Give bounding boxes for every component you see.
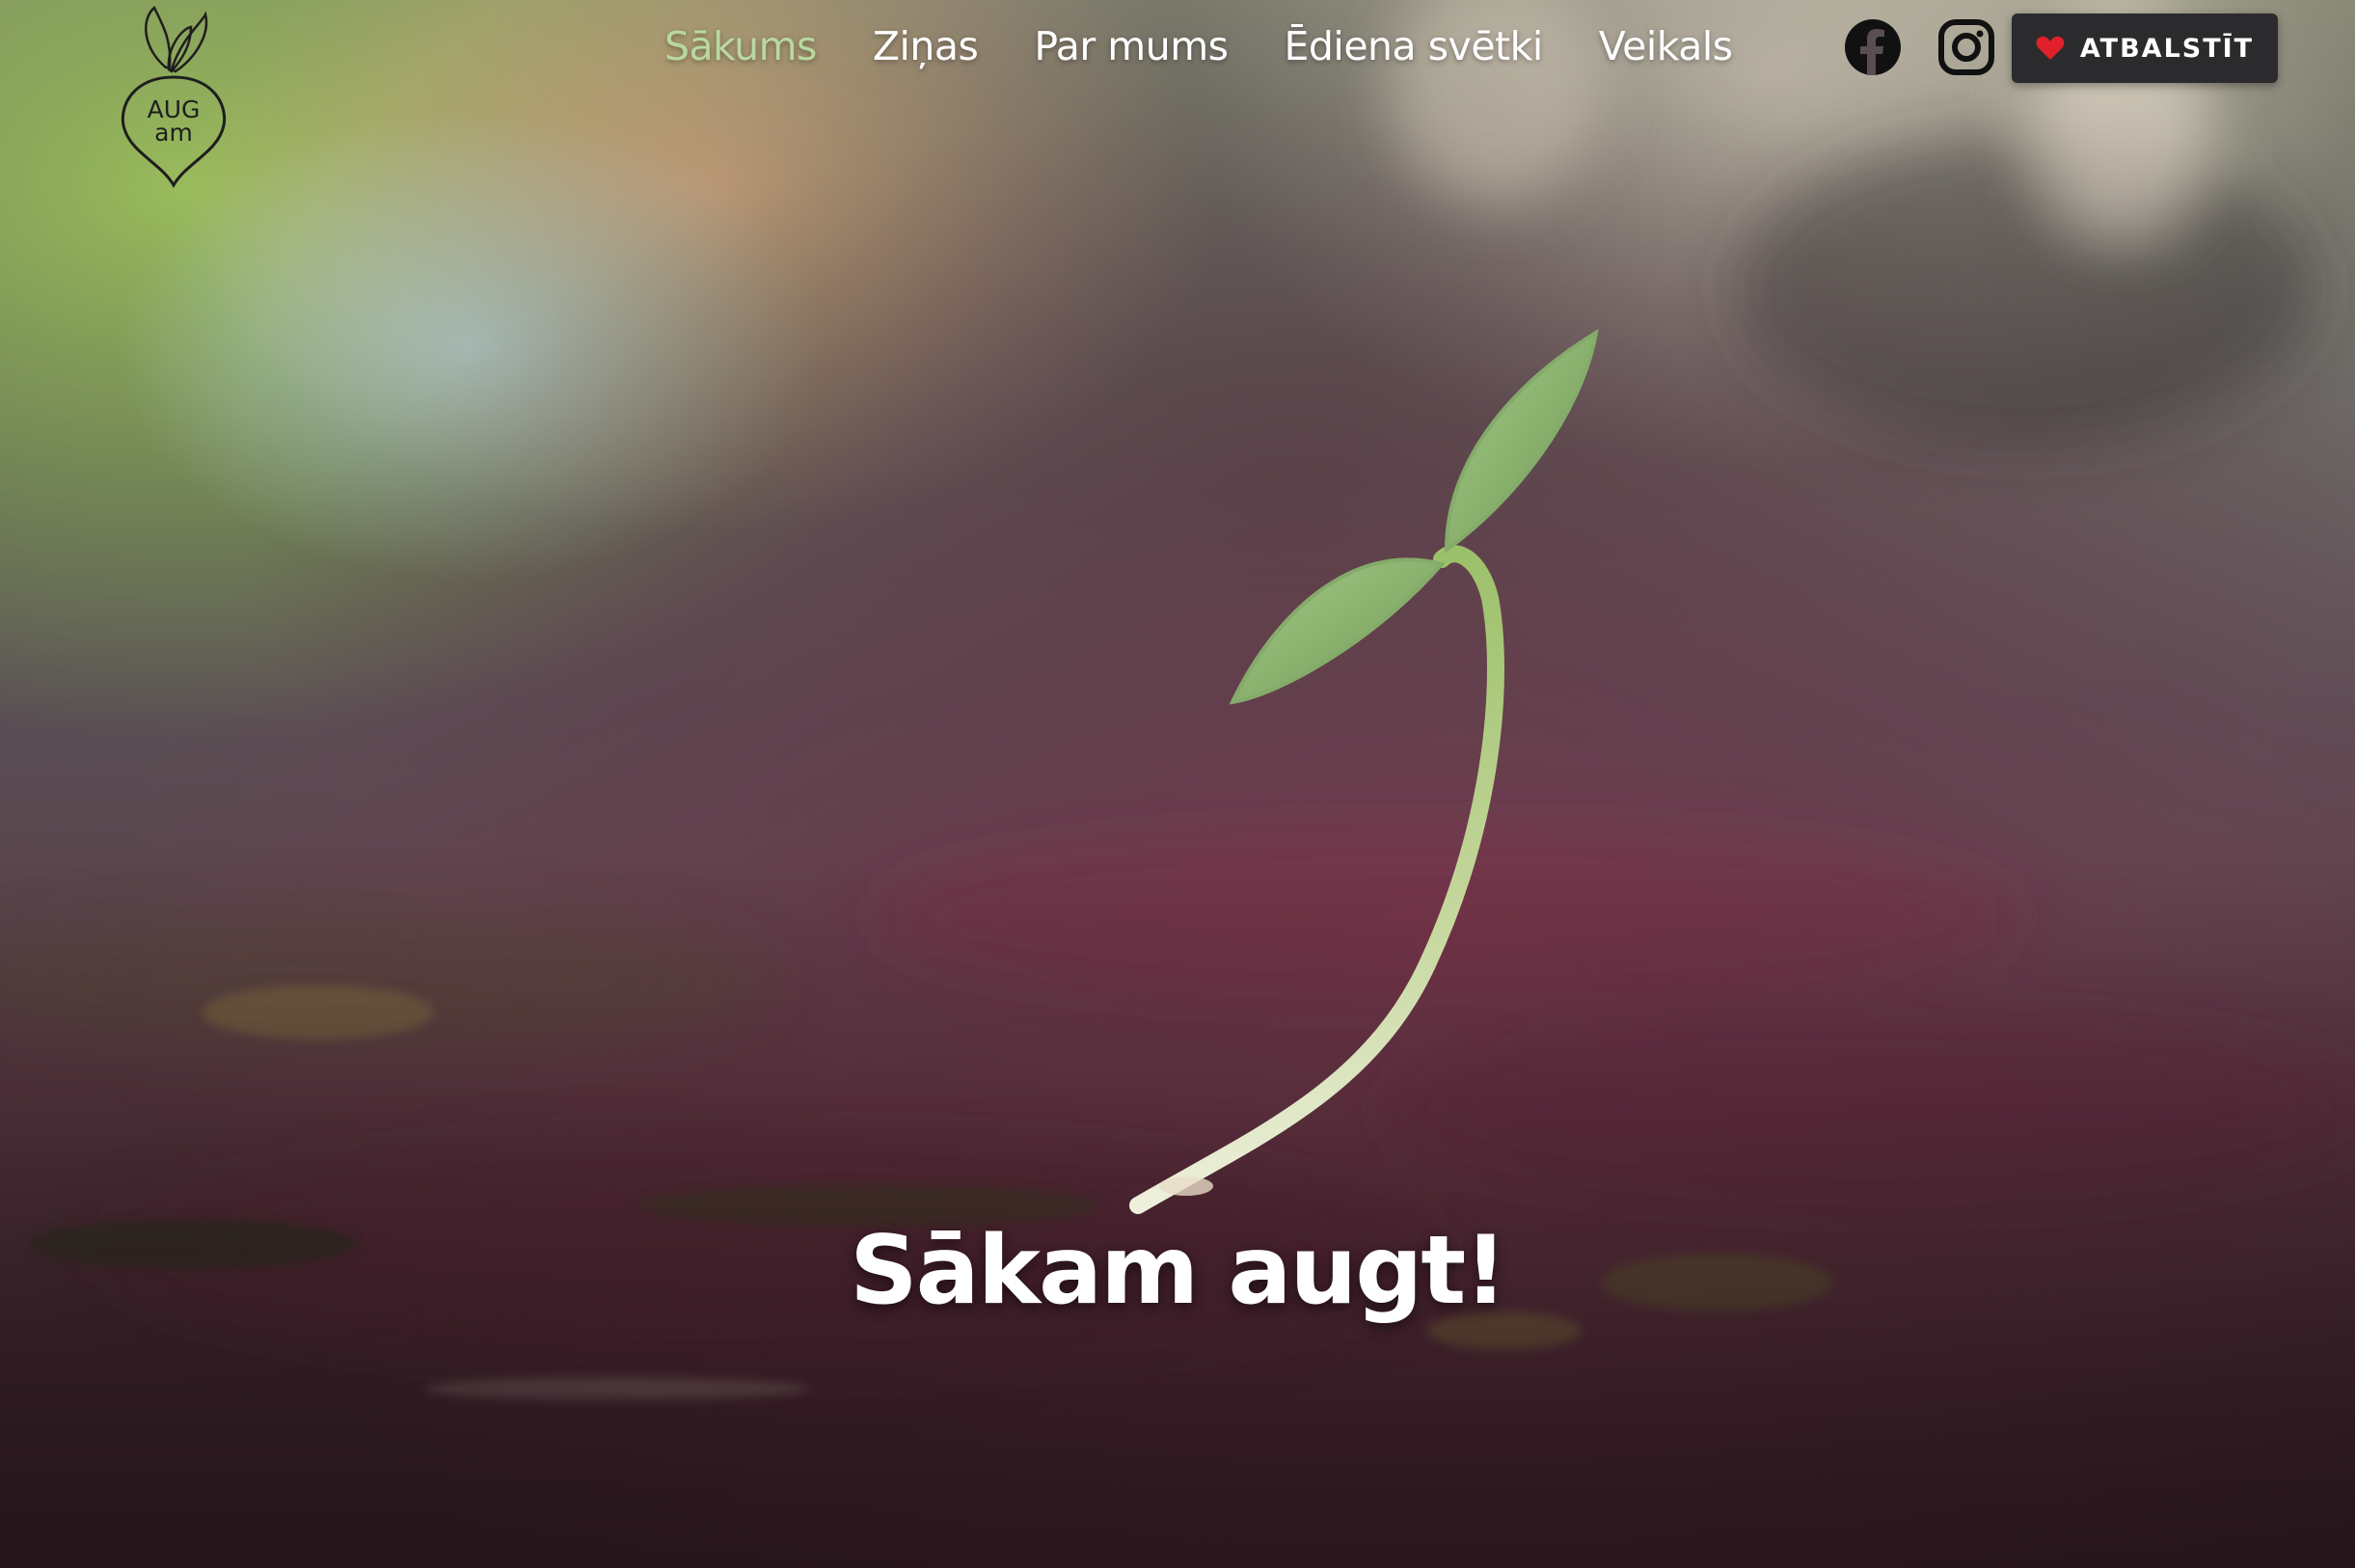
main-nav: Sākums Ziņas Par mums Ēdiena svētki Veik…	[636, 17, 1761, 75]
heart-icon	[2036, 36, 2065, 60]
nav-item-veikals[interactable]: Veikals	[1571, 17, 1761, 75]
nav-item-sakums[interactable]: Sākums	[636, 17, 845, 75]
hero-image	[0, 0, 2355, 1568]
nav-item-zinas[interactable]: Ziņas	[845, 17, 1006, 75]
support-button[interactable]: ATBALSTĪT	[2012, 14, 2278, 83]
logo-text-line2: am	[154, 119, 193, 147]
hero-title: Sākam augt!	[850, 1215, 1507, 1326]
facebook-icon[interactable]	[1843, 14, 1903, 81]
nav-item-par-mums[interactable]: Par mums	[1006, 17, 1256, 75]
instagram-icon[interactable]	[1936, 14, 1996, 81]
nav-item-ediena-svetki[interactable]: Ēdiena svētki	[1257, 17, 1571, 75]
page: AUG am Sākums Ziņas Par mums Ēdiena svēt…	[0, 0, 2355, 1568]
logo[interactable]: AUG am	[114, 0, 234, 193]
support-button-label: ATBALSTĪT	[2079, 33, 2255, 64]
